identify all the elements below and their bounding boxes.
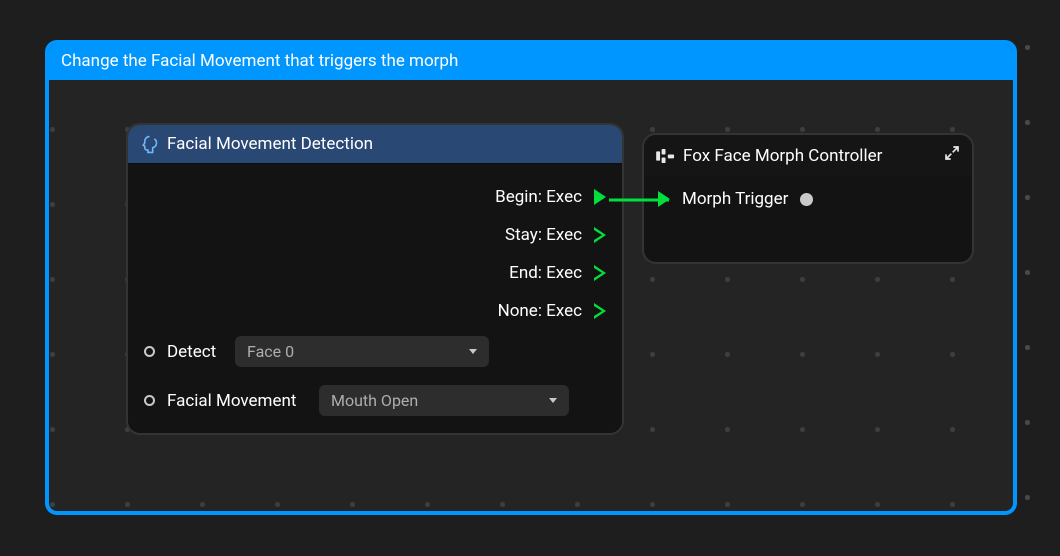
node-body: Begin: Exec Stay: Exec End: Exec None: E… [128, 164, 622, 432]
exec-port-icon[interactable] [658, 191, 670, 207]
exec-label: Stay: Exec [505, 225, 582, 245]
dropdown-value: Face 0 [247, 342, 294, 361]
chevron-down-icon [549, 398, 557, 403]
node-facial-movement-detection[interactable]: Facial Movement Detection Begin: Exec St… [126, 123, 624, 435]
node-title: Facial Movement Detection [167, 134, 373, 154]
node-title: Fox Face Morph Controller [683, 146, 882, 166]
exec-output-none[interactable]: None: Exec [142, 292, 608, 330]
exec-output-begin[interactable]: Begin: Exec [142, 178, 608, 216]
node-header[interactable]: Facial Movement Detection [128, 125, 622, 164]
script-node-icon [656, 149, 675, 163]
face-profile-icon [140, 135, 159, 154]
data-port-icon[interactable] [800, 193, 813, 206]
node-header[interactable]: Fox Face Morph Controller [644, 135, 972, 176]
facial-movement-dropdown[interactable]: Mouth Open [319, 385, 569, 416]
data-port-icon[interactable] [144, 346, 155, 357]
param-row-facial-movement: Facial Movement Mouth Open [142, 379, 608, 422]
exec-port-icon[interactable] [594, 265, 606, 281]
dropdown-value: Mouth Open [331, 391, 418, 410]
exec-port-icon[interactable] [594, 227, 606, 243]
param-label: Detect [167, 342, 223, 362]
panel-body[interactable]: Facial Movement Detection Begin: Exec St… [49, 80, 1013, 511]
input-morph-trigger[interactable]: Morph Trigger [658, 186, 958, 212]
exec-port-icon[interactable] [594, 189, 606, 205]
input-label: Morph Trigger [682, 189, 788, 209]
exec-port-icon[interactable] [594, 303, 606, 319]
node-fox-face-morph-controller[interactable]: Fox Face Morph Controller Morph Trigger [642, 133, 974, 264]
exec-output-stay[interactable]: Stay: Exec [142, 216, 608, 254]
param-row-detect: Detect Face 0 [142, 330, 608, 373]
detect-dropdown[interactable]: Face 0 [235, 336, 489, 367]
instruction-panel: Change the Facial Movement that triggers… [45, 40, 1017, 515]
exec-label: End: Exec [509, 263, 582, 283]
exec-label: Begin: Exec [495, 187, 582, 207]
exec-output-end[interactable]: End: Exec [142, 254, 608, 292]
exec-label: None: Exec [498, 301, 582, 321]
data-port-icon[interactable] [144, 395, 155, 406]
param-label: Facial Movement [167, 391, 307, 411]
node-body: Morph Trigger [644, 176, 972, 222]
panel-title: Change the Facial Movement that triggers… [49, 44, 1013, 80]
expand-icon[interactable] [944, 145, 960, 166]
chevron-down-icon [469, 349, 477, 354]
